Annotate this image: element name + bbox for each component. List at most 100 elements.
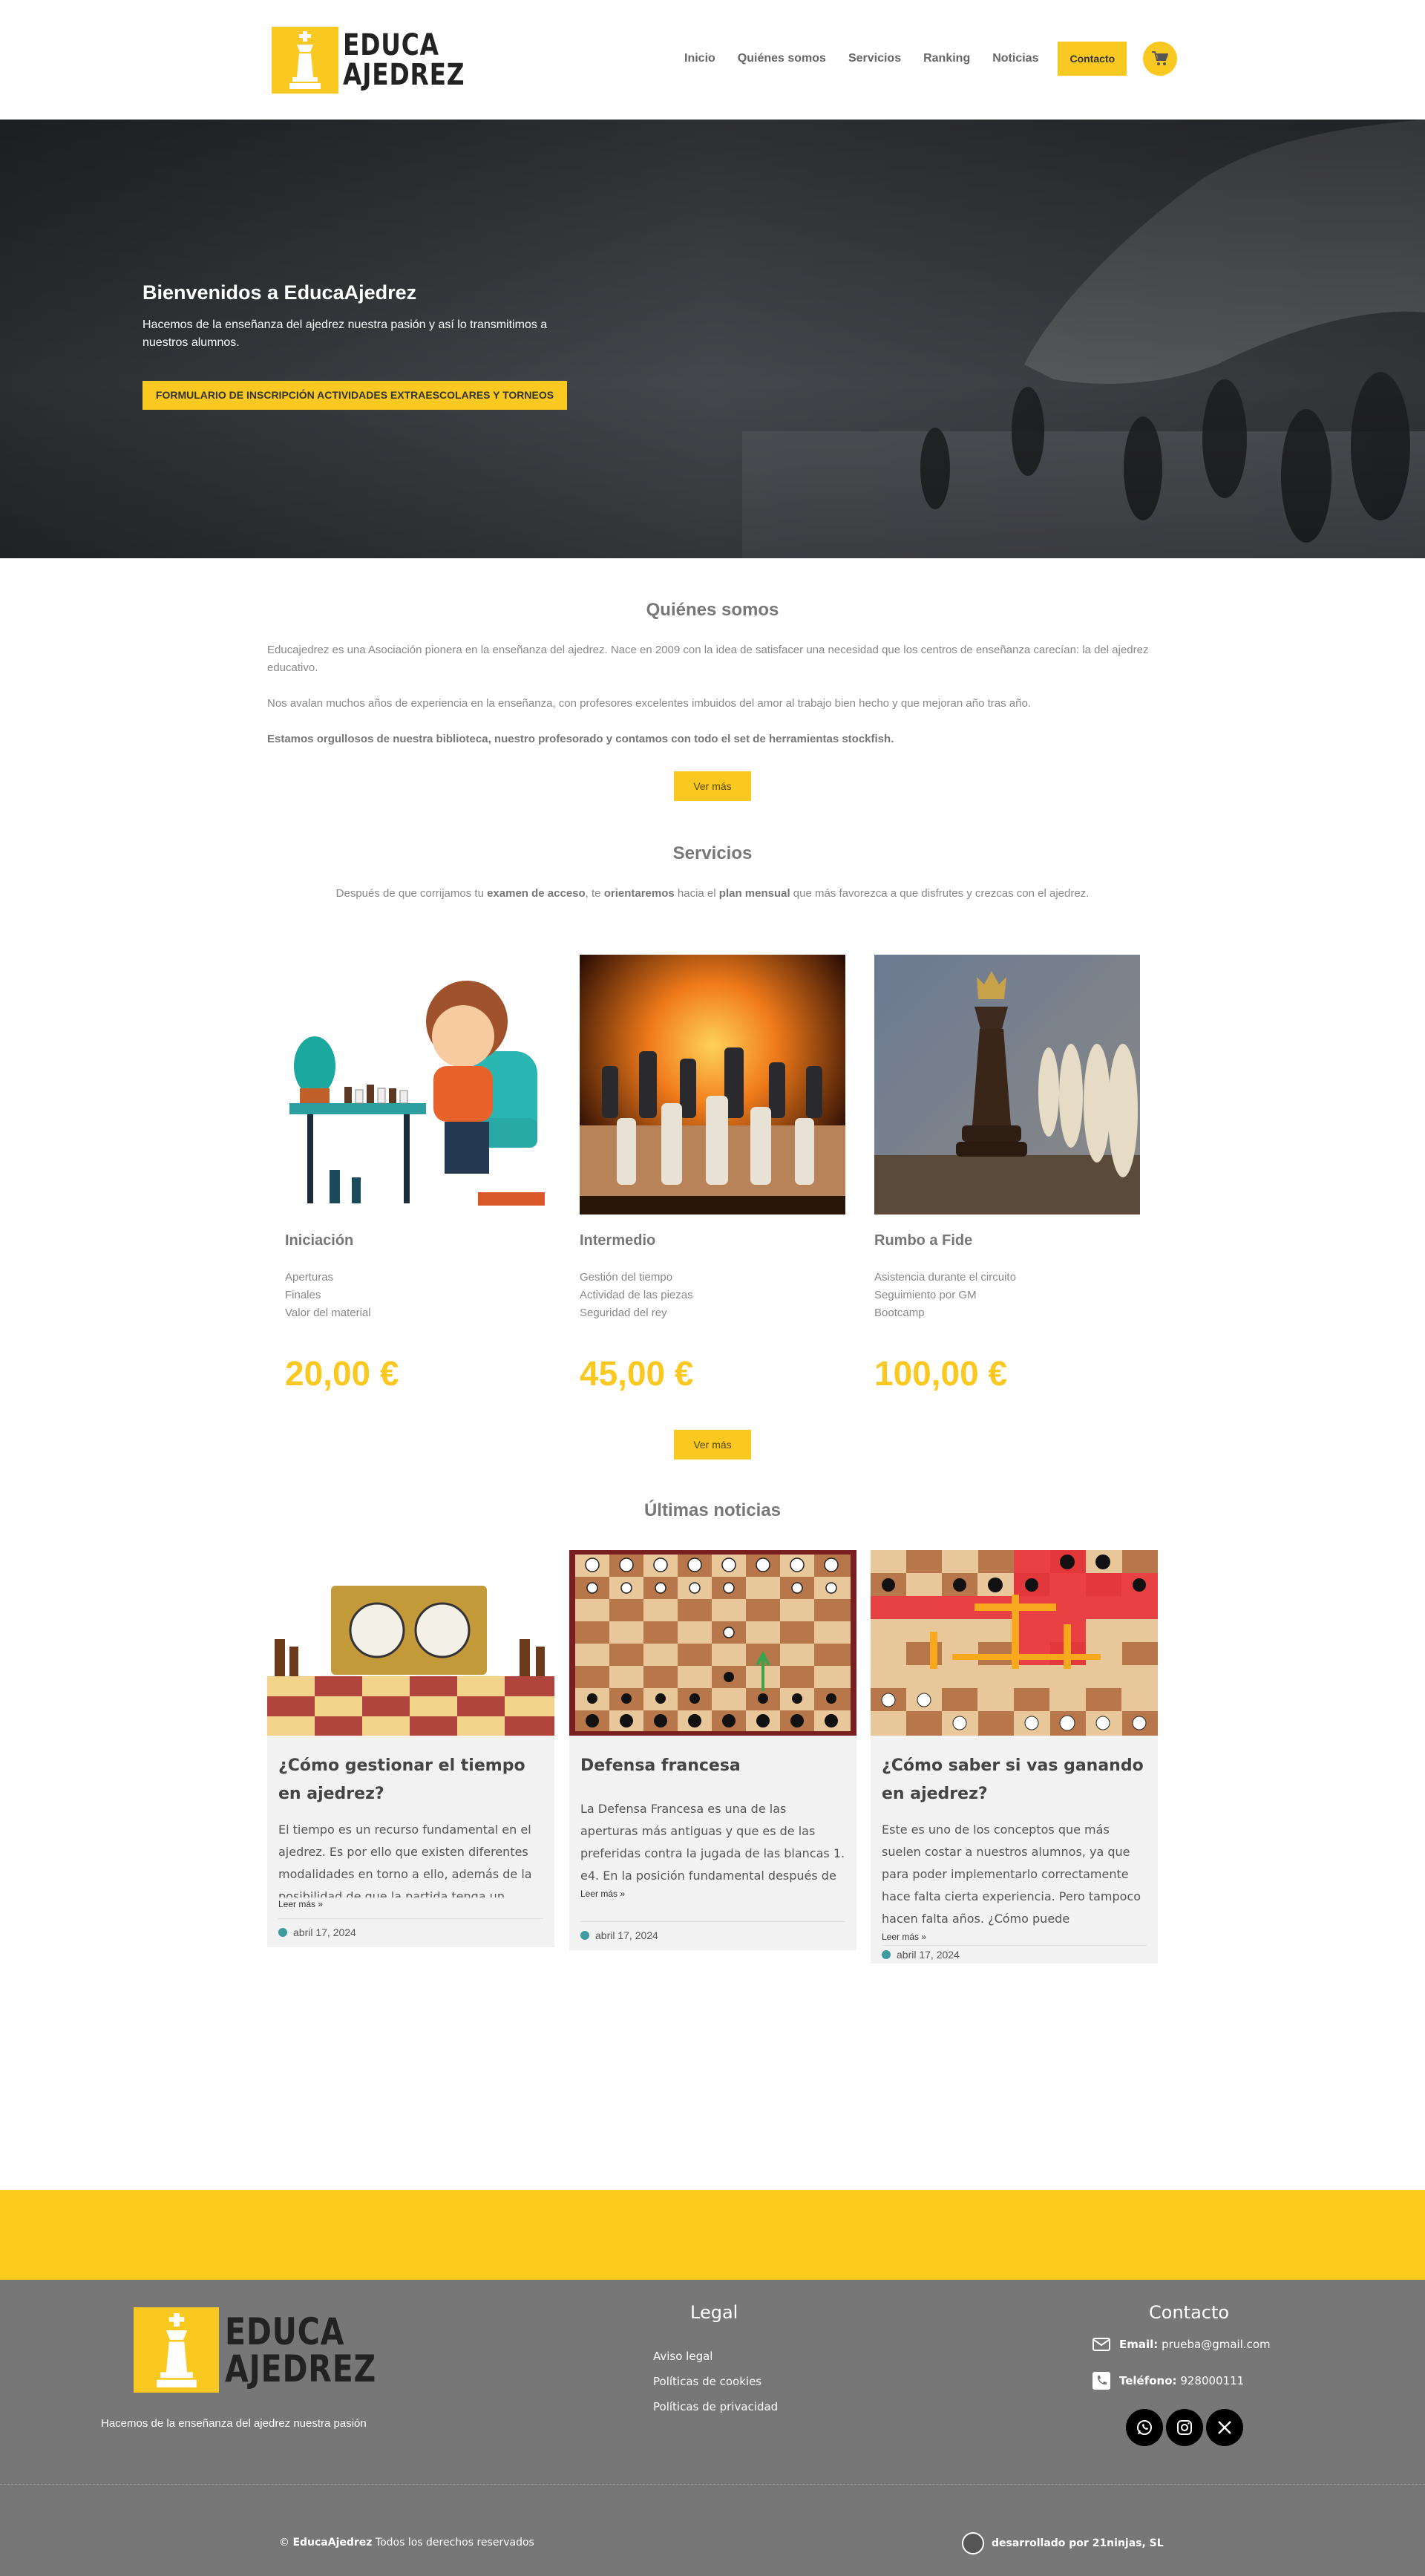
news-date-text: abril 17, 2024 <box>293 1926 356 1938</box>
news-image-chess-clock <box>267 1550 554 1736</box>
legal-link-privacidad[interactable]: Políticas de privacidad <box>653 2400 778 2413</box>
logo-line1: EDUCA <box>343 28 439 62</box>
footer-divider <box>0 2484 1425 2485</box>
service-features: Aperturas Finales Valor del material <box>285 1269 551 1322</box>
service-feature: Seguimiento por GM <box>874 1289 977 1301</box>
news-card[interactable]: ¿Cómo saber si vas ganando en ajedrez? E… <box>871 1550 1158 1964</box>
service-feature: Actividad de las piezas <box>580 1289 693 1301</box>
phone-label: Teléfono: <box>1119 2374 1177 2387</box>
read-more-link[interactable]: Leer más » <box>882 1932 1147 1942</box>
footer-email[interactable]: Email: prueba@gmail.com <box>1092 2338 1271 2351</box>
service-feature: Gestión del tiempo <box>580 1271 673 1284</box>
footer-logo[interactable]: EDUCA AJEDREZ <box>134 2307 410 2393</box>
whatsapp-button[interactable] <box>1126 2409 1163 2446</box>
nav-noticias[interactable]: Noticias <box>992 42 1038 76</box>
footer-legal-title: Legal <box>690 2302 738 2323</box>
footer-tagline: Hacemos de la enseñanza del ajedrez nues… <box>101 2417 367 2430</box>
nav-quienes-somos[interactable]: Quiénes somos <box>738 42 826 76</box>
phone-value: 928000111 <box>1180 2374 1245 2387</box>
news-title-text[interactable]: ¿Cómo saber si vas ganando en ajedrez? <box>882 1752 1147 1808</box>
cart-icon <box>1152 51 1169 65</box>
legal-link-aviso[interactable]: Aviso legal <box>653 2350 712 2363</box>
copyright-brand: EducaAjedrez <box>292 2537 373 2549</box>
site-logo[interactable]: EDUCA AJEDREZ <box>272 27 492 94</box>
email-label: Email: <box>1119 2338 1159 2351</box>
clock-icon <box>580 1931 589 1940</box>
logo-line2: AJEDREZ <box>343 58 465 92</box>
email-value: prueba@gmail.com <box>1162 2338 1271 2351</box>
hero-banner: Bienvenidos a EducaAjedrez Hacemos de la… <box>0 120 1425 558</box>
news-date: abril 17, 2024 <box>882 1945 1147 1964</box>
news-image-winning-board <box>871 1550 1158 1736</box>
clock-icon <box>278 1928 287 1937</box>
news-excerpt: La Defensa Francesa es una de las apertu… <box>580 1802 845 1883</box>
phone-icon <box>1092 2372 1110 2390</box>
whatsapp-icon <box>1137 2420 1152 2435</box>
about-more-button[interactable]: Ver más <box>674 771 751 801</box>
logo-wordmark: EDUCA AJEDREZ <box>225 2313 376 2387</box>
service-feature: Asistencia durante el circuito <box>874 1271 1016 1284</box>
footer-phone[interactable]: Teléfono: 928000111 <box>1092 2372 1244 2390</box>
service-price: 20,00 € <box>285 1354 399 1393</box>
x-twitter-button[interactable] <box>1206 2409 1243 2446</box>
service-name: Rumbo a Fide <box>874 1232 973 1249</box>
read-more-link[interactable]: Leer más » <box>580 1889 845 1899</box>
hero-subtitle: Hacemos de la enseñanza del ajedrez nues… <box>142 318 548 349</box>
developer-text: desarrollado por 21ninjas, SL <box>992 2537 1164 2549</box>
news-title-text[interactable]: ¿Cómo gestionar el tiempo en ajedrez? <box>278 1752 543 1808</box>
news-date-text: abril 17, 2024 <box>595 1929 658 1941</box>
developer-credit[interactable]: desarrollado por 21ninjas, SL <box>962 2532 1164 2554</box>
services-more-button[interactable]: Ver más <box>674 1430 751 1459</box>
site-footer: EDUCA AJEDREZ Hacemos de la enseñanza de… <box>0 2280 1425 2576</box>
nav-inicio[interactable]: Inicio <box>684 42 715 76</box>
service-card-rumbo-a-fide: Rumbo a Fide Asistencia durante el circu… <box>874 955 1140 1393</box>
service-image-king-piece <box>874 955 1140 1215</box>
clock-icon <box>882 1950 891 1959</box>
instagram-icon <box>1177 2420 1192 2435</box>
intro-part: que más favorezca a que disfrutes y crez… <box>790 887 1090 900</box>
service-card-iniciacion: Iniciación Aperturas Finales Valor del m… <box>285 955 551 1393</box>
service-price: 100,00 € <box>874 1354 1008 1393</box>
services-intro: Después de que corrijamos tu examen de a… <box>267 885 1158 903</box>
intro-part: hacia el <box>674 887 719 900</box>
news-title-text[interactable]: Defensa francesa <box>580 1752 845 1780</box>
nav-servicios[interactable]: Servicios <box>848 42 901 76</box>
about-paragraph-2: Nos avalan muchos años de experiencia en… <box>267 697 1031 710</box>
footer-contact-title: Contacto <box>1149 2302 1230 2323</box>
legal-link-cookies[interactable]: Políticas de cookies <box>653 2375 761 2388</box>
copyright: © EducaAjedrez Todos los derechos reserv… <box>279 2537 534 2549</box>
service-name: Intermedio <box>580 1232 656 1249</box>
services-title: Servicios <box>672 843 753 863</box>
news-date-text: abril 17, 2024 <box>897 1949 960 1961</box>
registration-form-button[interactable]: FORMULARIO DE INSCRIPCIÓN ACTIVIDADES EX… <box>142 381 567 410</box>
logo-king-icon <box>272 27 338 94</box>
instagram-button[interactable] <box>1166 2409 1203 2446</box>
read-more-link[interactable]: Leer más » <box>278 1899 543 1909</box>
service-feature: Seguridad del rey <box>580 1307 667 1319</box>
logo-line1: EDUCA <box>225 2309 345 2353</box>
news-card[interactable]: Defensa francesa La Defensa Francesa es … <box>569 1550 856 1950</box>
copyright-symbol: © <box>279 2537 289 2549</box>
x-icon <box>1218 2421 1231 2434</box>
main-nav: Inicio Quiénes somos Servicios Ranking N… <box>684 42 1178 76</box>
nav-ranking[interactable]: Ranking <box>923 42 970 76</box>
service-price: 45,00 € <box>580 1354 694 1393</box>
service-feature: Bootcamp <box>874 1307 925 1319</box>
footer-accent-band <box>0 2190 1425 2280</box>
service-feature: Valor del material <box>285 1307 371 1319</box>
news-card[interactable]: ¿Cómo gestionar el tiempo en ajedrez? El… <box>267 1550 554 1947</box>
logo-line2: AJEDREZ <box>225 2347 377 2390</box>
service-image-boy-playing <box>285 955 551 1215</box>
hero-title: Bienvenidos a EducaAjedrez <box>142 281 417 304</box>
news-title: Últimas noticias <box>643 1500 782 1520</box>
ninja-logo-icon <box>962 2532 984 2554</box>
news-date: abril 17, 2024 <box>580 1921 845 1950</box>
intro-part: , te <box>585 887 604 900</box>
news-image-french-defense-board <box>569 1550 856 1736</box>
service-features: Gestión del tiempo Actividad de las piez… <box>580 1269 845 1322</box>
service-feature: Finales <box>285 1289 321 1301</box>
cart-button[interactable] <box>1143 42 1178 76</box>
intro-bold: examen de acceso <box>487 887 586 900</box>
copyright-text: Todos los derechos reservados <box>375 2537 534 2549</box>
nav-contact-button[interactable]: Contacto <box>1058 42 1127 76</box>
